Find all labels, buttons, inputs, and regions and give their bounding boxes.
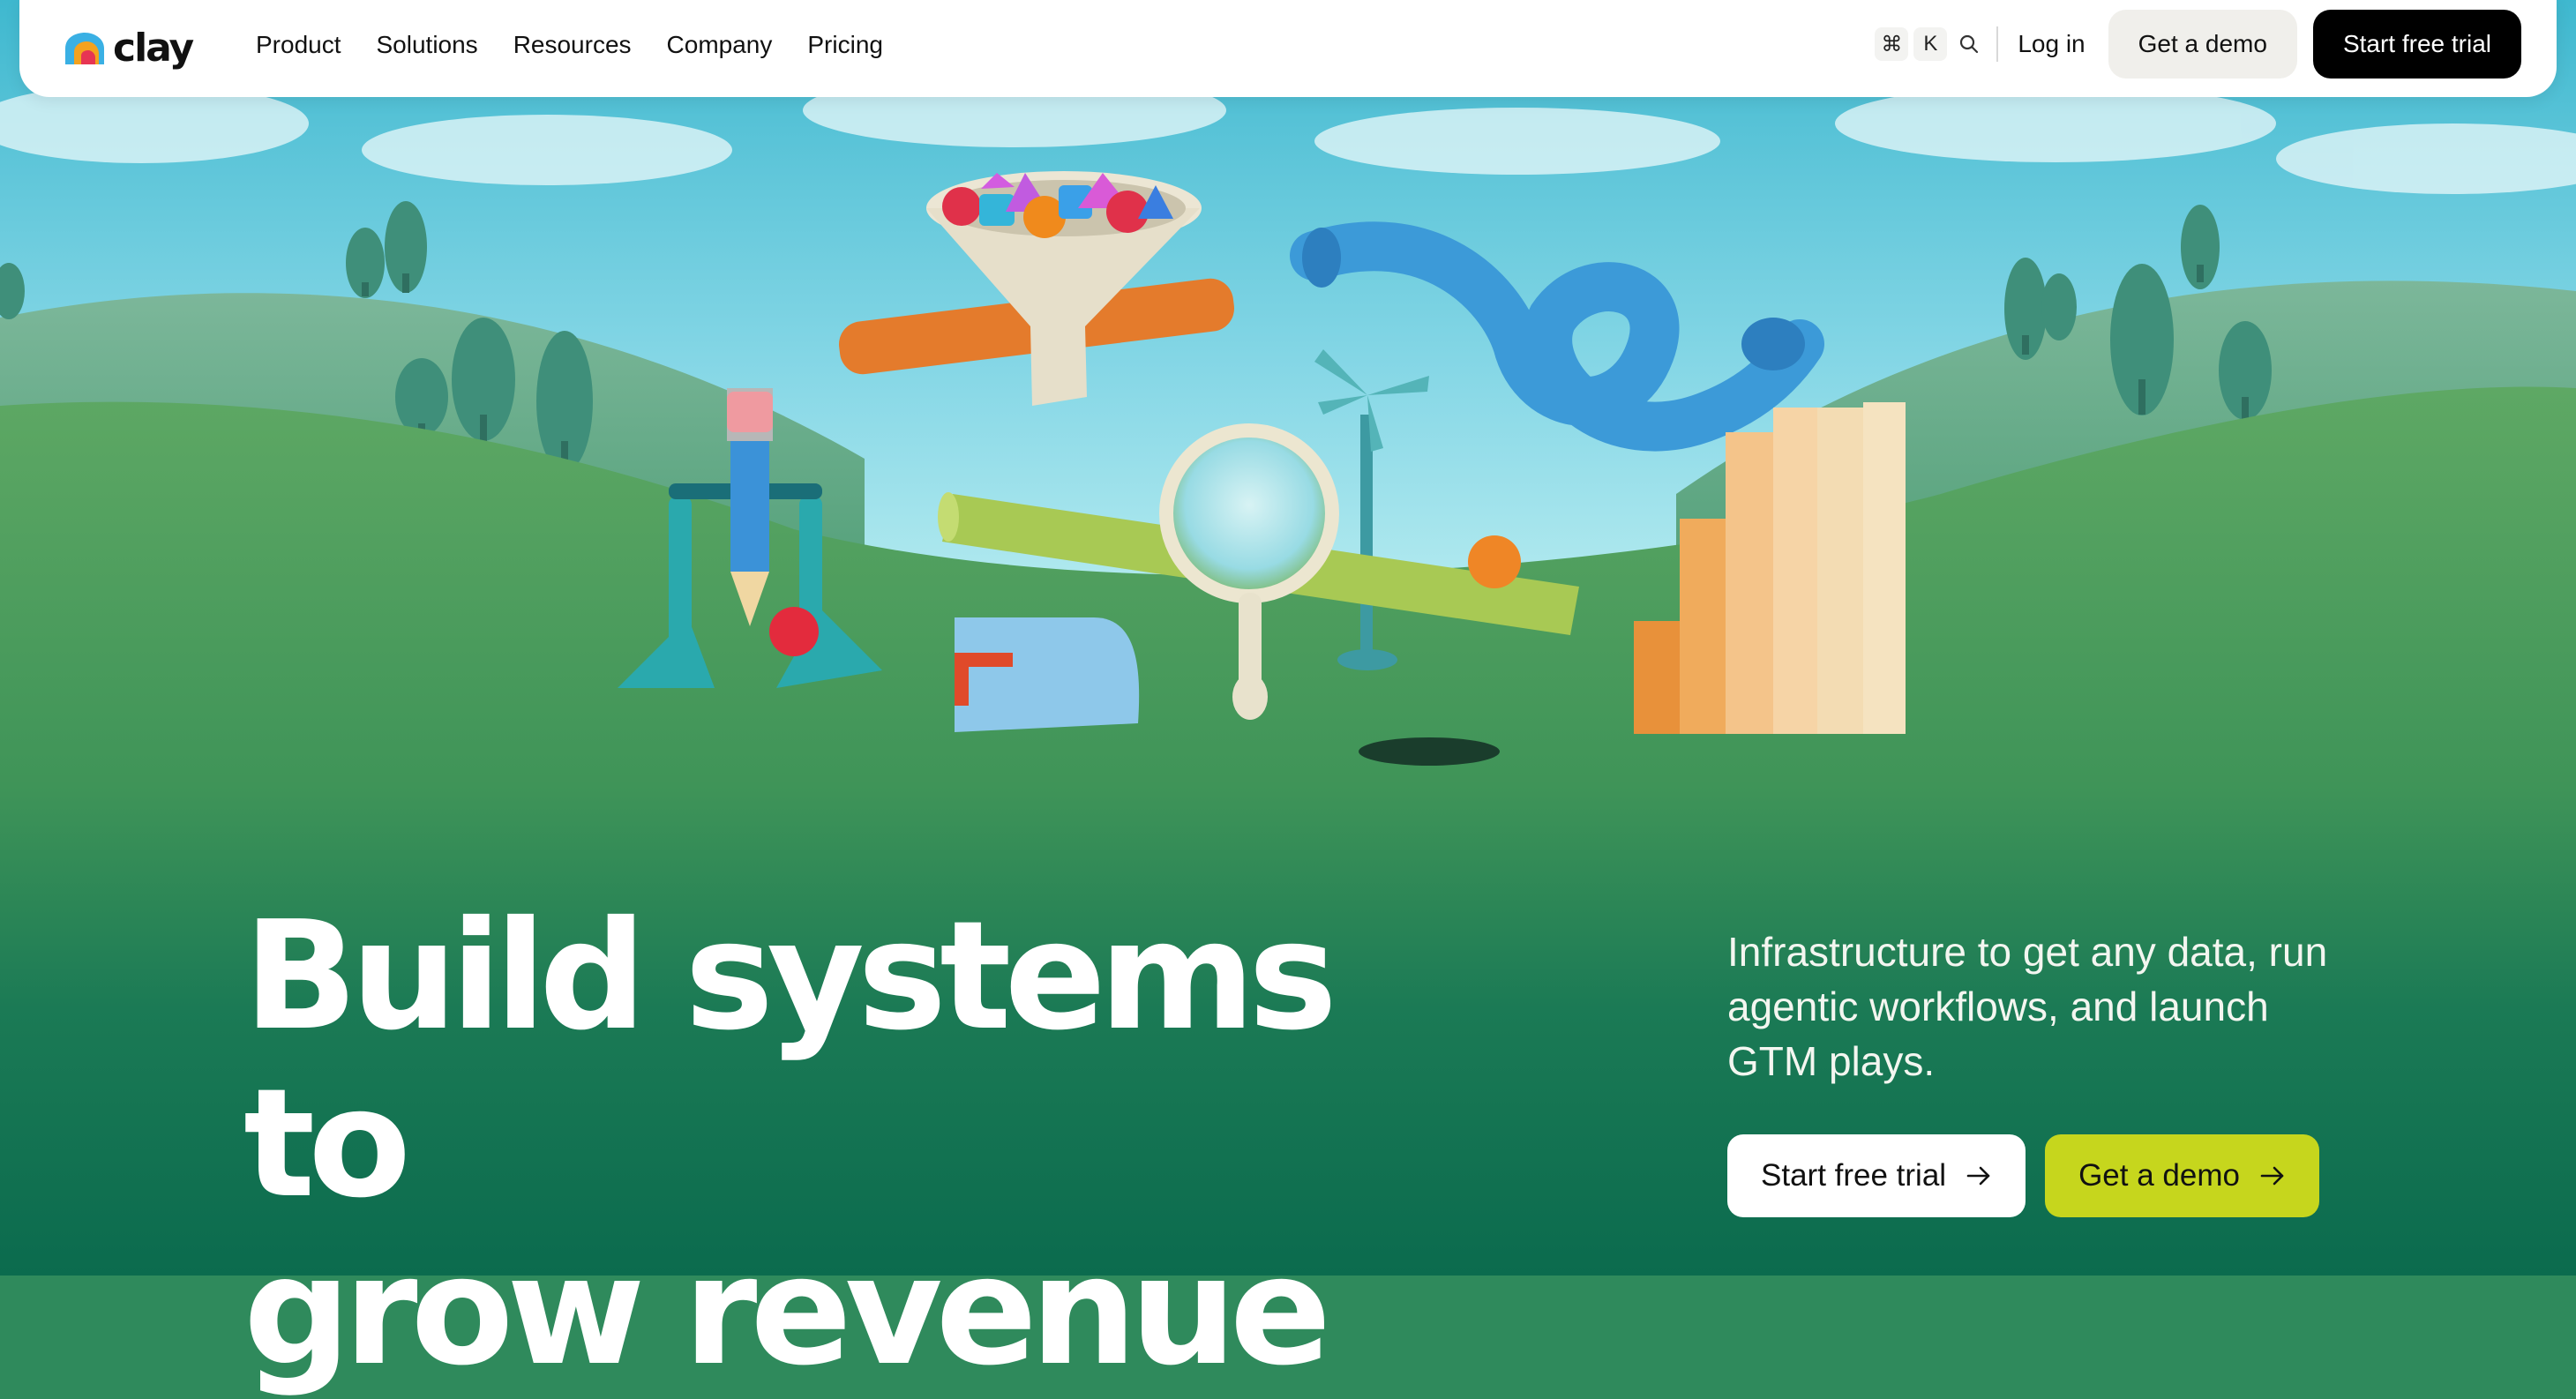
menu-item-resources[interactable]: Resources [513,31,632,59]
nav-actions: ⌘ K Log in Get a demo Start free trial [1875,9,2521,79]
shortcut-key-k[interactable]: K [1913,27,1948,61]
arrow-right-icon [1966,1166,1990,1186]
top-navigation: clay Product Solutions Resources Company… [19,0,2557,97]
clay-logo-icon [65,33,104,64]
hero-cta-group: Start free trial Get a demo [1727,1134,2319,1217]
brand-name: clay [113,25,194,71]
menu-item-pricing[interactable]: Pricing [807,31,883,59]
hero-headline-line-1: Build systems to [243,889,1337,1231]
menu-item-product[interactable]: Product [256,31,341,59]
hero-get-demo-button[interactable]: Get a demo [2045,1134,2319,1217]
hero-headline-line-2: grow revenue [243,1224,1331,1399]
search-icon[interactable] [1952,27,1986,61]
start-trial-button[interactable]: Start free trial [2312,10,2521,79]
primary-menu: Product Solutions Resources Company Pric… [256,0,883,90]
login-link[interactable]: Log in [2018,30,2085,58]
menu-item-company[interactable]: Company [667,31,773,59]
hero-subtitle: Infrastructure to get any data, run agen… [1727,929,2328,1084]
hero-get-demo-label: Get a demo [2078,1158,2240,1193]
nav-divider [1996,26,1999,62]
arrow-right-icon [2260,1166,2284,1186]
get-demo-button[interactable]: Get a demo [2108,10,2297,79]
brand-logo[interactable]: clay [62,21,194,74]
hero-start-trial-button[interactable]: Start free trial [1727,1134,2026,1217]
shortcut-key-cmd[interactable]: ⌘ [1875,27,1909,61]
hero-headline: Build systems to grow revenue [243,893,1479,1395]
hero-start-trial-label: Start free trial [1761,1158,1947,1193]
menu-item-solutions[interactable]: Solutions [377,31,478,59]
